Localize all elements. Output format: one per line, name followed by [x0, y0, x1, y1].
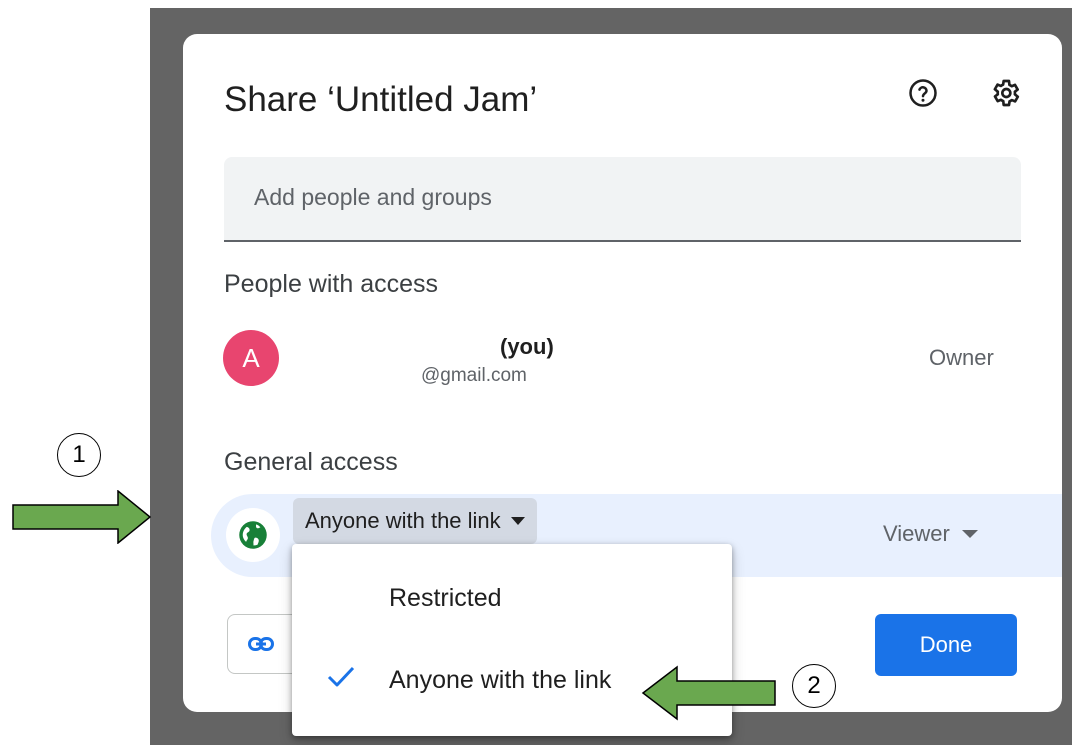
- role-dropdown[interactable]: Viewer: [883, 521, 978, 547]
- general-access-value: Anyone with the link: [305, 508, 501, 533]
- link-icon: [248, 637, 274, 651]
- menu-item-restricted[interactable]: Restricted: [292, 558, 732, 638]
- step-2-marker: 2: [792, 664, 836, 708]
- general-access-dropdown[interactable]: Anyone with the link: [293, 498, 537, 544]
- menu-item-label: Restricted: [389, 583, 502, 612]
- dialog-title: Share ‘Untitled Jam’: [224, 80, 538, 119]
- owner-email: @gmail.com: [421, 365, 527, 386]
- menu-item-label: Anyone with the link: [389, 665, 612, 694]
- annotation-arrow-left-icon: [641, 665, 776, 721]
- add-people-input[interactable]: [252, 183, 996, 212]
- avatar: A: [223, 330, 279, 386]
- owner-name: (you): [500, 334, 554, 359]
- caret-down-icon: [961, 530, 978, 538]
- annotation-arrow-right-icon: [12, 490, 152, 544]
- owner-role: Owner: [929, 345, 994, 370]
- done-button[interactable]: Done: [875, 614, 1017, 676]
- checkmark-icon: [327, 666, 355, 687]
- caret-down-icon: [510, 517, 525, 525]
- people-with-access-heading: People with access: [224, 270, 439, 298]
- step-1-marker: 1: [57, 433, 101, 477]
- general-access-heading: General access: [224, 448, 398, 476]
- gear-icon[interactable]: [988, 76, 1022, 110]
- add-people-field[interactable]: [224, 157, 1021, 242]
- help-circle-icon[interactable]: [906, 76, 940, 110]
- role-value: Viewer: [883, 521, 950, 546]
- globe-icon: [226, 508, 280, 562]
